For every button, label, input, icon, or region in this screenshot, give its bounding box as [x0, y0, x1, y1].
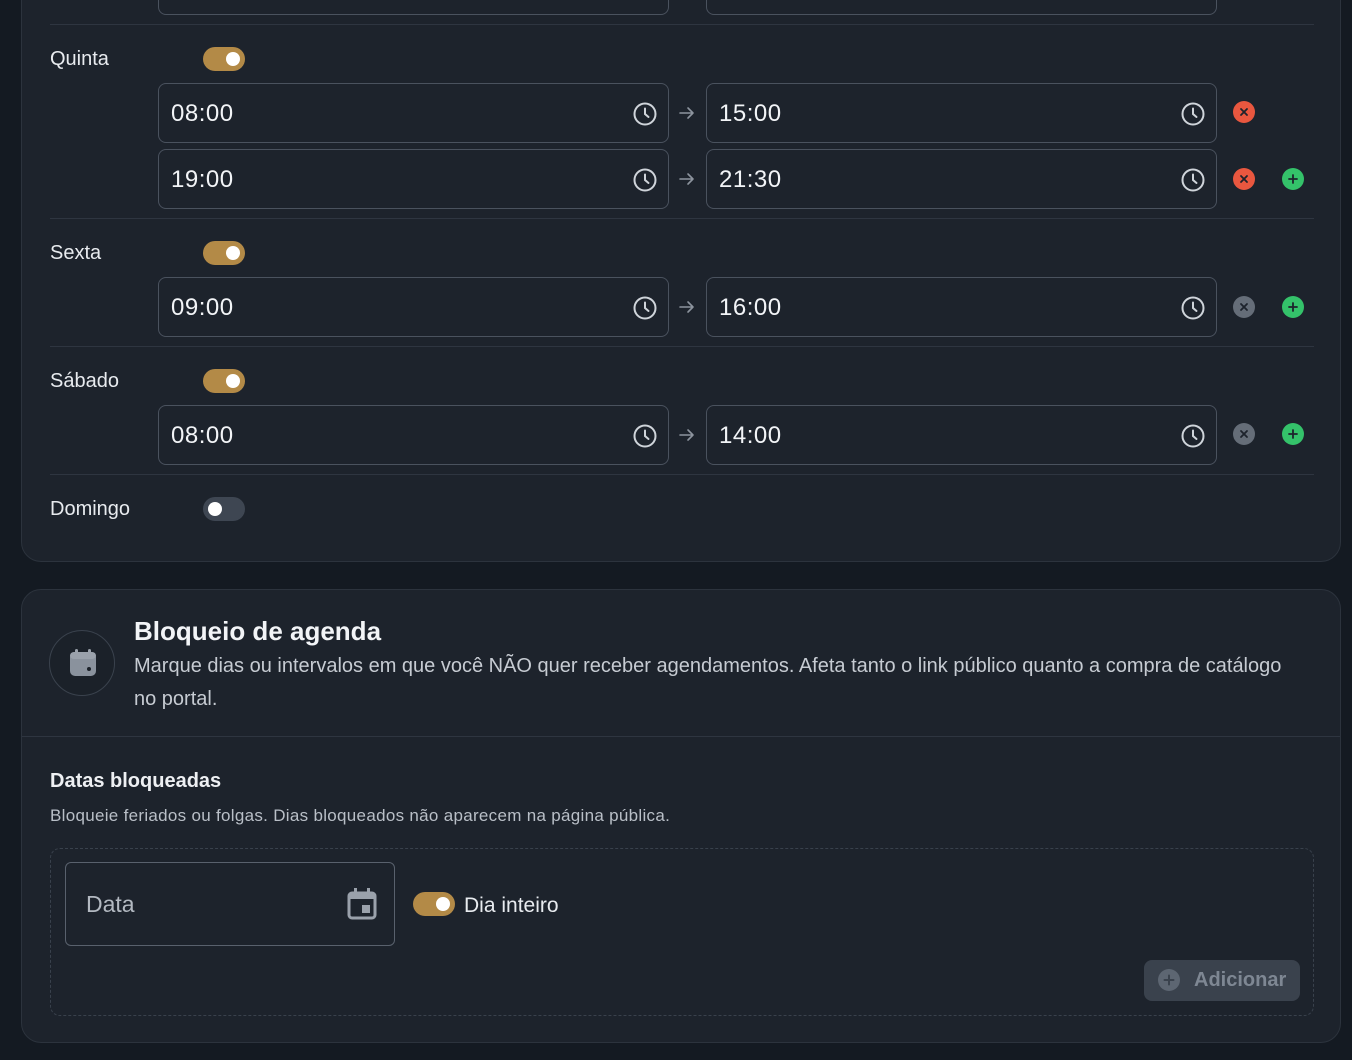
clock-icon[interactable]: [632, 423, 658, 449]
remove-slot-button[interactable]: [1233, 168, 1255, 190]
time-value: 09:00: [171, 294, 234, 321]
clock-icon[interactable]: [1180, 101, 1206, 127]
time-value: 08:00: [171, 100, 234, 127]
time-input-start[interactable]: 19:00: [158, 149, 669, 209]
time-value: 15:00: [719, 100, 782, 127]
working-hours-card: Quinta 08:00 15:00 19:00 21:30 Sexta 09:…: [21, 0, 1341, 562]
time-input-end[interactable]: 21:30: [706, 149, 1217, 209]
day-label-sabado: Sábado: [50, 370, 119, 392]
plus-icon: [1288, 429, 1298, 439]
day-label-domingo: Domingo: [50, 498, 131, 520]
divider: [50, 24, 1314, 25]
close-icon: [1240, 108, 1248, 116]
remove-slot-button-disabled[interactable]: [1233, 423, 1255, 445]
time-value: 14:00: [719, 422, 782, 449]
time-input-end-partial[interactable]: [706, 0, 1217, 15]
divider: [50, 218, 1314, 219]
remove-slot-button-disabled[interactable]: [1233, 296, 1255, 318]
time-input-end[interactable]: 15:00: [706, 83, 1217, 143]
block-title: Bloqueio de agenda: [134, 616, 382, 646]
clock-icon[interactable]: [632, 167, 658, 193]
all-day-toggle[interactable]: [413, 892, 455, 916]
time-input-start[interactable]: 08:00: [158, 405, 669, 465]
time-value: 19:00: [171, 166, 234, 193]
plus-icon: [1288, 302, 1298, 312]
calendar-icon[interactable]: [346, 887, 378, 921]
clock-icon[interactable]: [1180, 295, 1206, 321]
time-input-start[interactable]: 08:00: [158, 83, 669, 143]
divider: [50, 474, 1314, 475]
section-description: Bloqueie feriados ou folgas. Dias bloque…: [50, 806, 671, 825]
add-slot-button[interactable]: [1282, 168, 1304, 190]
section-title: Datas bloqueadas: [50, 770, 222, 792]
divider: [22, 736, 1340, 737]
calendar-icon-badge: [49, 630, 115, 696]
add-slot-button[interactable]: [1282, 296, 1304, 318]
add-slot-button[interactable]: [1282, 423, 1304, 445]
day-toggle-sabado[interactable]: [203, 369, 245, 393]
arrow-right-icon: [679, 429, 694, 441]
add-button-label: Adicionar: [1194, 969, 1287, 991]
blocked-date-form: Data Dia inteiro Adicionar: [50, 848, 1314, 1016]
day-label-sexta: Sexta: [50, 242, 102, 264]
divider: [50, 346, 1314, 347]
arrow-right-icon: [679, 173, 694, 185]
block-description: Marque dias ou intervalos em que você NÃ…: [134, 655, 1282, 710]
remove-slot-button[interactable]: [1233, 101, 1255, 123]
arrow-right-icon: [679, 301, 694, 313]
time-input-start-partial[interactable]: [158, 0, 669, 15]
time-input-end[interactable]: 14:00: [706, 405, 1217, 465]
close-icon: [1240, 430, 1248, 438]
day-label-quinta: Quinta: [50, 48, 109, 70]
add-blocked-date-button[interactable]: Adicionar: [1144, 960, 1300, 1001]
date-placeholder: Data: [86, 891, 135, 917]
time-value: 21:30: [719, 166, 782, 193]
clock-icon[interactable]: [1180, 423, 1206, 449]
plus-icon: [1158, 969, 1180, 991]
day-toggle-sexta[interactable]: [203, 241, 245, 265]
date-input[interactable]: Data: [65, 862, 395, 946]
clock-icon[interactable]: [1180, 167, 1206, 193]
time-input-end[interactable]: 16:00: [706, 277, 1217, 337]
schedule-block-card: Bloqueio de agenda Marque dias ou interv…: [21, 589, 1341, 1043]
time-value: 08:00: [171, 422, 234, 449]
close-icon: [1240, 175, 1248, 183]
time-value: 16:00: [719, 294, 782, 321]
clock-icon[interactable]: [632, 295, 658, 321]
calendar-icon: [70, 649, 96, 676]
all-day-label: Dia inteiro: [464, 894, 559, 917]
day-toggle-quinta[interactable]: [203, 47, 245, 71]
plus-icon: [1288, 174, 1298, 184]
day-toggle-domingo[interactable]: [203, 497, 245, 521]
close-icon: [1240, 303, 1248, 311]
time-input-start[interactable]: 09:00: [158, 277, 669, 337]
clock-icon[interactable]: [632, 101, 658, 127]
arrow-right-icon: [679, 107, 694, 119]
